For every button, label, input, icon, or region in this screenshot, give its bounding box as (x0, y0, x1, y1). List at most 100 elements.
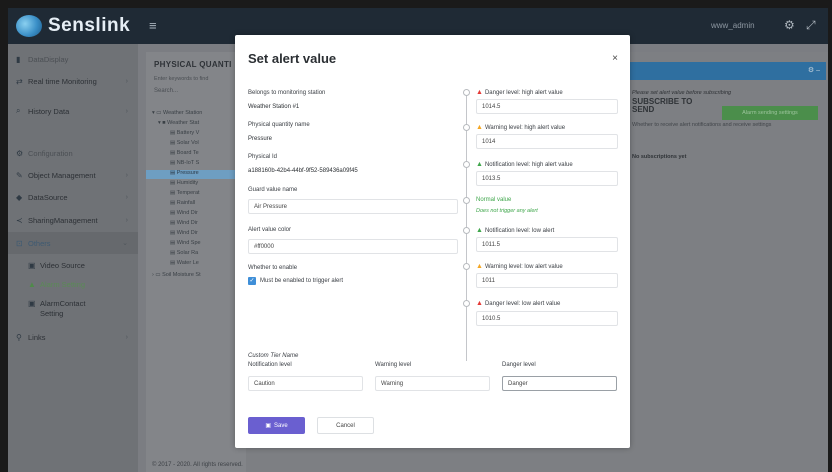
save-button[interactable]: ▣ Save (248, 417, 305, 434)
save-icon: ▣ (265, 423, 271, 429)
sidebar: ▮ DataDisplay ⇄ Real time Monitoring › ⌕… (8, 44, 138, 472)
notification-tier-input[interactable]: Caution (248, 376, 363, 391)
warning-triangle-icon: ▲ (476, 300, 483, 307)
warning-high-label: ▲ Warning level: high alert value (476, 124, 566, 131)
alert-color-input[interactable]: #ff0000 (248, 239, 458, 254)
link-icon: ⚲ (16, 332, 22, 342)
alarm-icon: ▲ (28, 279, 36, 289)
sidebar-item-links[interactable]: ⚲ Links › (8, 326, 138, 348)
alarm-sending-settings-button[interactable]: Alarm sending settings (722, 106, 818, 120)
sidebar-item-label: DataSource (28, 192, 68, 202)
chevron-right-icon: › (125, 216, 128, 224)
station-value: Weather Station #1 (248, 104, 300, 110)
tree-node-station[interactable]: ▾ ■ Weather Stat (146, 120, 246, 129)
logo-mark (16, 15, 42, 37)
physical-id-label: Physical Id (248, 154, 278, 160)
sidebar-item-others[interactable]: ⊡ Others ⌄ (8, 232, 138, 254)
alert-level-timeline (466, 91, 467, 361)
sidebar-item-history[interactable]: ⌕ History Data › (8, 100, 138, 122)
danger-low-label: ▲ Danger level: low alert value (476, 300, 561, 307)
chevron-right-icon: › (125, 77, 128, 85)
quantity-value: Pressure (248, 136, 273, 142)
fullscreen-icon[interactable]: ⤢ (806, 18, 816, 33)
settings-icon[interactable]: ⚙ (784, 18, 795, 32)
sidebar-item-datasource[interactable]: ◆ DataSource › (8, 186, 138, 208)
logo[interactable]: Senslink (16, 12, 136, 40)
cancel-button[interactable]: Cancel (317, 417, 374, 434)
chevron-right-icon: › (125, 107, 128, 115)
danger-high-input[interactable]: 1014.5 (476, 99, 618, 114)
warning-high-input[interactable]: 1014 (476, 134, 618, 149)
tree-leaf[interactable]: ▤ Wind Dir (146, 210, 246, 219)
tree-leaf[interactable]: ▤ Humidity (146, 180, 246, 189)
tree-node-station-group[interactable]: › ▭ Soil Moisture St (146, 272, 246, 281)
tree-leaf[interactable]: ▤ Water Le (146, 260, 246, 269)
warning-triangle-icon: ▲ (476, 124, 483, 131)
video-icon: ▣ (28, 260, 36, 270)
tree-leaf[interactable]: ▤ Battery V (146, 130, 246, 139)
bar-chart-icon: ▮ (16, 54, 21, 64)
notification-tier-label: Notification level (248, 362, 292, 368)
tree-leaf[interactable]: ▤ Temperat (146, 190, 246, 199)
notification-low-input[interactable]: 1011.5 (476, 237, 618, 252)
panel-header-bar: ⚙ – (616, 62, 826, 80)
search-icon: ⌕ (16, 106, 21, 115)
sidebar-item-label: Setting (40, 308, 64, 318)
user-name[interactable]: www_admin (711, 21, 755, 30)
tree-leaf[interactable]: ▤ Board Te (146, 150, 246, 159)
tree-leaf[interactable]: ▤ Wind Dir (146, 230, 246, 239)
checkmark-icon: ✓ (248, 277, 256, 285)
tree-leaf[interactable]: ▤ Wind Dir (146, 220, 246, 229)
tree-node-station-group[interactable]: ▾ ▭ Weather Station (146, 110, 246, 119)
sidebar-item-sharing[interactable]: ≺ SharingManagement › (8, 209, 138, 231)
timeline-dot (463, 161, 470, 168)
quantity-label: Physical quantity name (248, 122, 310, 128)
enable-checkbox[interactable]: ✓ Must be enabled to trigger alert (248, 277, 343, 285)
search-input[interactable]: Search... (154, 88, 178, 94)
subscribe-description: Whether to receive alert notifications a… (632, 122, 772, 128)
sidebar-item-realtime[interactable]: ⇄ Real time Monitoring › (8, 70, 138, 92)
notification-high-input[interactable]: 1013.5 (476, 171, 618, 186)
tree-leaf[interactable]: ▤ Rainfall (146, 200, 246, 209)
sidebar-item-label: History Data (28, 106, 70, 116)
sidebar-item-label: Links (28, 332, 46, 342)
tree-leaf[interactable]: ▤ Wind Spe (146, 240, 246, 249)
timeline-dot (463, 263, 470, 270)
timeline-dot (463, 89, 470, 96)
pulse-icon: ⇄ (16, 76, 23, 86)
danger-tier-input[interactable]: Danger (502, 376, 617, 391)
sidebar-item-configuration[interactable]: ⚙ Configuration (8, 142, 138, 164)
danger-low-input[interactable]: 1010.5 (476, 311, 618, 326)
menu-toggle-icon[interactable]: ≡ (149, 18, 157, 33)
close-icon[interactable]: × (612, 53, 618, 64)
warning-tier-input[interactable]: Warning (375, 376, 490, 391)
sidebar-item-label: Video Source (40, 260, 85, 270)
tree-leaf[interactable]: ▤ Solar Ra (146, 250, 246, 259)
tree-leaf[interactable]: ▤ Solar Vol (146, 140, 246, 149)
car-icon: ◆ (16, 192, 23, 202)
warning-tier-label: Warning level (375, 362, 412, 368)
sidebar-item-datadisplay[interactable]: ▮ DataDisplay (8, 48, 138, 70)
warning-triangle-icon: ▲ (476, 161, 483, 168)
tree-leaf[interactable]: ▤ NB-IoT S (146, 160, 246, 169)
custom-tier-title: Custom Tier Name (248, 353, 299, 359)
timeline-dot (463, 300, 470, 307)
chevron-right-icon: › (125, 333, 128, 341)
sidebar-item-alarm-contact-setting: Setting (8, 302, 138, 324)
chevron-right-icon: › (125, 193, 128, 201)
guard-name-input[interactable]: Air Pressure (248, 199, 458, 214)
warning-triangle-icon: ▲ (476, 227, 483, 234)
normal-value-title: Normal value (476, 197, 512, 203)
warning-low-input[interactable]: 1011 (476, 273, 618, 288)
sidebar-item-object-management[interactable]: ✎ Object Management › (8, 164, 138, 186)
subscribe-title: SUBSCRIBE TO SEND (632, 97, 693, 114)
chevron-right-icon: › (125, 171, 128, 179)
tree-leaf-selected[interactable]: ▤ Pressure (146, 170, 246, 179)
logo-text: Senslink (48, 15, 131, 36)
physical-id-value: a188160b-42b4-44bf-9f52-589436a09f45 (248, 168, 358, 174)
cube-icon: ⊡ (16, 238, 23, 248)
no-subscriptions-text: No subscriptions yet (632, 154, 687, 160)
panel-tools-icon[interactable]: ⚙ – (808, 66, 820, 74)
timeline-dot (463, 227, 470, 234)
set-alert-modal: Set alert value × Belongs to monitoring … (235, 35, 630, 448)
